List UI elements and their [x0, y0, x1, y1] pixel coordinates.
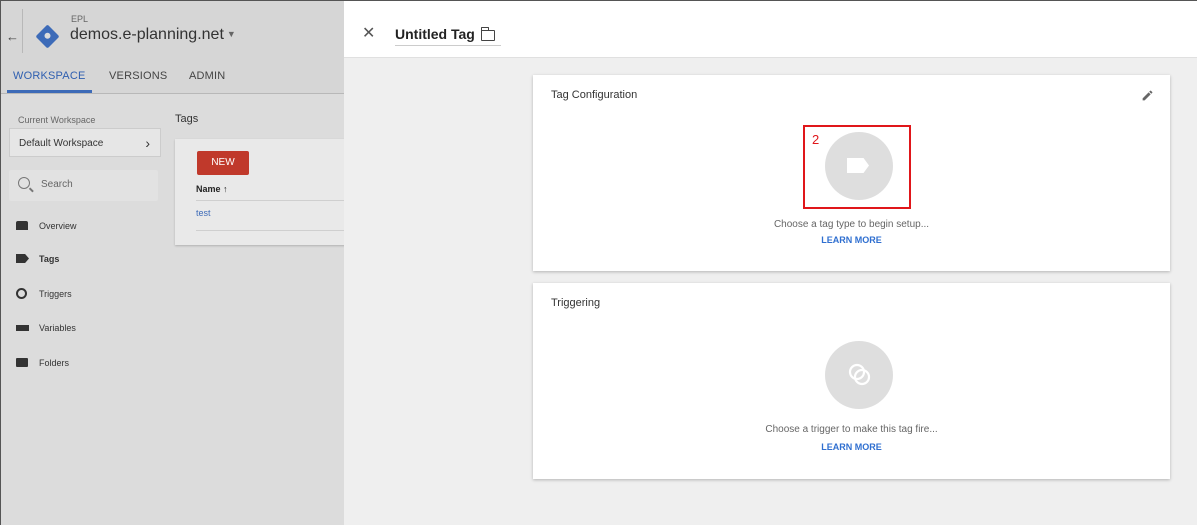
current-workspace-label: Current Workspace [18, 115, 96, 125]
triggering-card[interactable]: Triggering Choose a trigger to make this… [533, 283, 1170, 479]
active-tab-indicator [7, 90, 92, 93]
container-selector[interactable]: demos.e-planning.net ▼ [70, 26, 236, 44]
tab-workspace[interactable]: WORKSPACE [13, 70, 86, 82]
title-underline [395, 45, 501, 46]
folder-icon[interactable] [480, 27, 495, 41]
sidebar-item-folders[interactable]: Folders [1, 353, 166, 375]
table-row[interactable]: test [196, 208, 211, 218]
trigger-icon [848, 363, 871, 386]
divider [22, 9, 23, 53]
sidebar-item-tags[interactable]: Tags [1, 249, 166, 271]
choose-trigger-button[interactable] [825, 341, 893, 409]
pencil-icon[interactable] [1141, 89, 1154, 102]
trigger-hint: Choose a trigger to make this tag fire..… [765, 424, 938, 435]
caret-down-icon: ▼ [226, 29, 236, 39]
card-title: Tag Configuration [551, 89, 638, 101]
tag-name-title[interactable]: Untitled Tag [395, 26, 475, 42]
workspace-name: Default Workspace [19, 138, 104, 149]
learn-more-link[interactable]: LEARN MORE [533, 442, 1170, 452]
tag-editor-panel: ✕ Untitled Tag Tag Configuration 2 Choos… [344, 0, 1197, 525]
tag-icon [16, 254, 29, 263]
tab-versions[interactable]: VERSIONS [109, 70, 167, 82]
workspace-background: ← EPL demos.e-planning.net ▼ WORKSPACE VE… [0, 0, 344, 525]
sidebar-item-overview[interactable]: Overview [1, 216, 166, 238]
card-title: Triggering [551, 297, 601, 309]
gtm-logo-icon [35, 24, 60, 49]
sidebar-item-label: Variables [39, 323, 76, 333]
trigger-icon [16, 288, 27, 299]
variables-icon [16, 325, 29, 331]
divider [196, 200, 344, 201]
workspace-selector[interactable]: Default Workspace › [9, 128, 161, 157]
tags-heading: Tags [175, 113, 199, 125]
panel-header: ✕ Untitled Tag [344, 1, 1197, 58]
new-tag-button[interactable]: NEW [197, 151, 249, 175]
chevron-right-icon: › [145, 135, 150, 151]
folder-icon [16, 358, 28, 367]
search-input[interactable]: Search [9, 170, 158, 201]
search-placeholder: Search [41, 179, 73, 190]
top-bar: ← EPL demos.e-planning.net ▼ [1, 1, 344, 58]
close-icon[interactable]: ✕ [362, 26, 375, 42]
sidebar-item-label: Triggers [39, 289, 72, 299]
search-icon [18, 177, 30, 189]
learn-more-link[interactable]: LEARN MORE [533, 235, 1170, 245]
overview-icon [16, 221, 28, 230]
sidebar-item-variables[interactable]: Variables [1, 318, 166, 340]
setup-hint: Choose a tag type to begin setup... [773, 219, 930, 230]
name-column-header[interactable]: Name ↑ [196, 184, 228, 194]
account-name: EPL [71, 14, 89, 24]
sidebar-item-triggers[interactable]: Triggers [1, 284, 166, 306]
divider [196, 230, 344, 231]
container-name: demos.e-planning.net [70, 26, 224, 43]
sidebar-item-label: Overview [39, 221, 77, 231]
tags-table-card: NEW Name ↑ test [175, 139, 344, 245]
sidebar-item-label: Tags [39, 254, 60, 264]
sidebar-item-label: Folders [39, 358, 70, 368]
main-tabs: WORKSPACE VERSIONS ADMIN [1, 58, 344, 94]
tab-admin[interactable]: ADMIN [189, 70, 225, 82]
highlight-number: 2 [812, 132, 820, 147]
tag-configuration-card[interactable]: Tag Configuration 2 Choose a tag type to… [533, 75, 1170, 271]
back-arrow-icon[interactable]: ← [6, 29, 19, 44]
